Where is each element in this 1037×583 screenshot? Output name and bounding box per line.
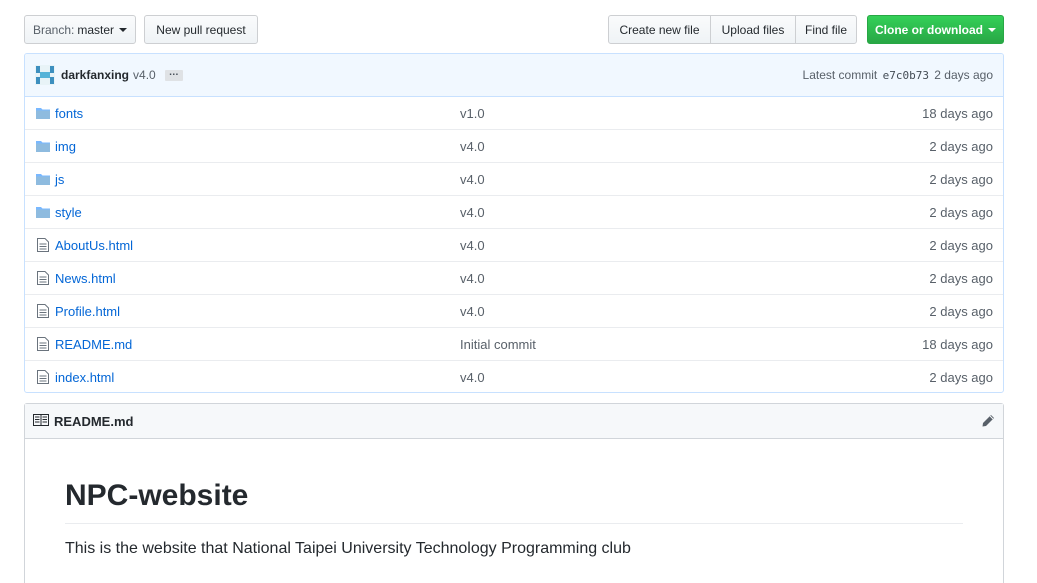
book-icon [33, 413, 49, 430]
file-commit-message-link[interactable]: v4.0 [460, 205, 929, 220]
readme-paragraph: This is the website that National Taipei… [65, 540, 631, 557]
file-commit-message-link[interactable]: v4.0 [460, 271, 929, 286]
file-name-link[interactable]: News.html [55, 271, 460, 286]
file-commit-message-link[interactable]: v4.0 [460, 238, 929, 253]
file-name-link[interactable]: js [55, 172, 460, 187]
author-avatar[interactable] [35, 65, 55, 85]
commit-message-link[interactable]: v4.0 [133, 68, 156, 82]
readme-heading: NPC-website [65, 479, 963, 524]
new-pull-request-button[interactable]: New pull request [144, 15, 258, 44]
file-commit-message-link[interactable]: Initial commit [460, 337, 922, 352]
file-icon [35, 369, 51, 385]
file-list: fonts v1.0 18 days ago img v4.0 2 days ago js v… [25, 97, 1003, 392]
repo-toolbar: Branch: master New pull request Create n… [24, 15, 1004, 44]
file-row: README.md Initial commit 18 days ago [25, 327, 1003, 360]
file-icon [35, 237, 51, 253]
upload-files-button[interactable]: Upload files [710, 15, 796, 44]
file-commit-message-link[interactable]: v4.0 [460, 139, 929, 154]
file-name-link[interactable]: Profile.html [55, 304, 460, 319]
create-new-file-button[interactable]: Create new file [608, 15, 711, 44]
file-name-link[interactable]: fonts [55, 106, 460, 121]
branch-value: master [77, 22, 115, 37]
file-icon [35, 270, 51, 286]
file-actions-group: Create new file Upload files Find file [608, 15, 857, 44]
readme-panel: README.md NPC-website This is the websit… [24, 403, 1004, 583]
find-file-button[interactable]: Find file [795, 15, 857, 44]
latest-commit-info: Latest commit e7c0b73 2 days ago [803, 68, 993, 82]
folder-icon [35, 138, 51, 154]
latest-commit-label: Latest commit [802, 68, 878, 82]
file-row: AboutUs.html v4.0 2 days ago [25, 228, 1003, 261]
file-name-link[interactable]: AboutUs.html [55, 238, 460, 253]
file-commit-age: 2 days ago [929, 171, 993, 187]
readme-header: README.md [25, 404, 1003, 439]
file-name-link[interactable]: img [55, 139, 460, 154]
file-commit-age: 18 days ago [922, 336, 993, 352]
file-icon [35, 303, 51, 319]
file-icon [35, 336, 51, 352]
file-commit-age: 2 days ago [929, 237, 993, 253]
latest-commit-bar: darkfanxing v4.0 … Latest commit e7c0b73… [25, 54, 1003, 97]
file-commit-age: 2 days ago [929, 369, 993, 385]
file-row: News.html v4.0 2 days ago [25, 261, 1003, 294]
file-row: fonts v1.0 18 days ago [25, 97, 1003, 129]
file-commit-age: 2 days ago [929, 303, 993, 319]
readme-filename: README.md [54, 413, 134, 429]
folder-icon [35, 171, 51, 187]
folder-icon [35, 105, 51, 121]
pencil-icon[interactable] [981, 414, 995, 428]
branch-label: Branch: [32, 22, 75, 37]
file-commit-message-link[interactable]: v4.0 [460, 370, 929, 385]
folder-icon [35, 204, 51, 220]
commit-sha-link[interactable]: e7c0b73 [883, 69, 929, 82]
clone-or-download-button[interactable]: Clone or download [867, 15, 1004, 44]
file-commit-age: 18 days ago [922, 105, 993, 121]
clone-label: Clone or download [875, 22, 983, 37]
file-commit-age: 2 days ago [929, 138, 993, 154]
commit-age: 2 days ago [934, 68, 993, 82]
caret-down-icon [119, 28, 128, 32]
branch-select-button[interactable]: Branch: master [24, 15, 136, 44]
commit-author-link[interactable]: darkfanxing [61, 68, 129, 82]
file-name-link[interactable]: README.md [55, 337, 460, 352]
readme-content: NPC-website This is the website that Nat… [25, 439, 1003, 558]
file-commit-message-link[interactable]: v4.0 [460, 304, 929, 319]
file-row: style v4.0 2 days ago [25, 195, 1003, 228]
file-name-link[interactable]: style [55, 205, 460, 220]
file-commit-message-link[interactable]: v4.0 [460, 172, 929, 187]
file-browser: darkfanxing v4.0 … Latest commit e7c0b73… [24, 53, 1004, 393]
caret-down-icon [988, 28, 996, 32]
file-row: img v4.0 2 days ago [25, 129, 1003, 162]
file-row: js v4.0 2 days ago [25, 162, 1003, 195]
file-name-link[interactable]: index.html [55, 370, 460, 385]
file-row: Profile.html v4.0 2 days ago [25, 294, 1003, 327]
file-commit-age: 2 days ago [929, 270, 993, 286]
file-commit-message-link[interactable]: v1.0 [460, 106, 922, 121]
expand-commit-button[interactable]: … [164, 67, 183, 81]
file-row: index.html v4.0 2 days ago [25, 360, 1003, 392]
file-commit-age: 2 days ago [929, 204, 993, 220]
